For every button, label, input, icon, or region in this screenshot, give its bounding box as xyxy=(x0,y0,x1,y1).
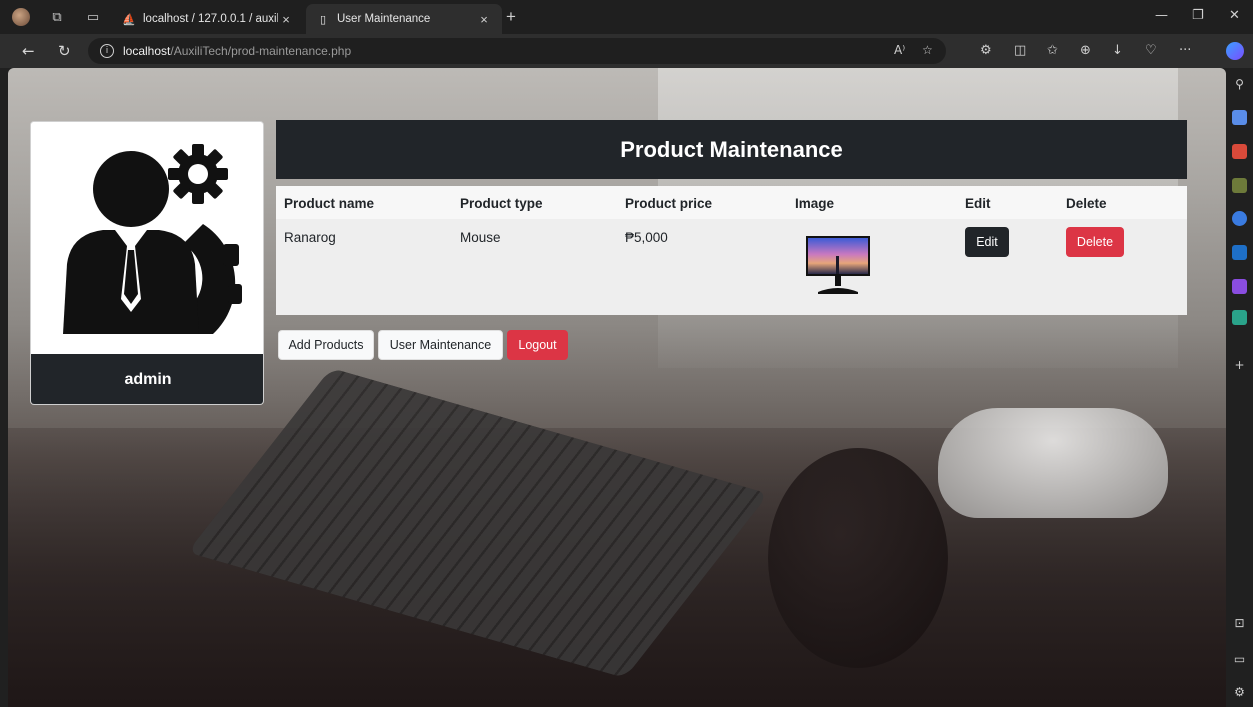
page-viewport: admin Product Maintenance Product name P… xyxy=(8,68,1226,707)
product-name-cell: Ranarog xyxy=(284,230,336,245)
header-product-name: Product name xyxy=(284,196,375,211)
admin-avatar xyxy=(31,122,263,354)
back-icon[interactable]: ← xyxy=(22,42,35,60)
downloads-icon[interactable]: ↓ xyxy=(1112,43,1123,58)
url-host: localhost xyxy=(123,44,171,58)
bing-icon[interactable] xyxy=(1232,211,1247,226)
collections-icon[interactable]: ⊕ xyxy=(1080,43,1091,58)
restore-icon[interactable]: ❐ xyxy=(1192,8,1204,23)
screenshot-icon[interactable]: ⊡ xyxy=(1232,615,1247,630)
tag-icon[interactable] xyxy=(1232,110,1247,125)
tab-phpmyadmin[interactable]: ⛵ localhost / 127.0.0.1 / auxilitech / × xyxy=(112,4,304,34)
header-product-type: Product type xyxy=(460,196,543,211)
header-delete: Delete xyxy=(1066,196,1107,211)
edge-sidebar: ⚲ + ⊡ ▭ ⚙ xyxy=(1226,68,1253,707)
refresh-icon[interactable]: ↻ xyxy=(58,42,71,60)
tab-actions-icon[interactable]: ▭ xyxy=(84,8,102,26)
add-sidebar-app-icon[interactable]: + xyxy=(1232,357,1247,372)
close-tab-icon[interactable]: × xyxy=(476,12,492,27)
profile-avatar-icon[interactable] xyxy=(12,8,30,26)
site-info-icon[interactable]: i xyxy=(100,44,114,58)
more-menu-icon[interactable]: ··· xyxy=(1179,43,1191,58)
tab-title: localhost / 127.0.0.1 / auxilitech / xyxy=(143,13,278,25)
favorite-star-icon[interactable]: ☆ xyxy=(922,43,933,57)
header-product-price: Product price xyxy=(625,196,713,211)
header-image: Image xyxy=(795,196,835,211)
admin-user-gear-icon xyxy=(63,144,242,334)
outlook-icon[interactable] xyxy=(1232,245,1247,260)
product-price-cell: ₱5,000 xyxy=(625,230,668,245)
add-products-button[interactable]: Add Products xyxy=(278,330,374,360)
drop-icon[interactable] xyxy=(1232,310,1247,325)
settings-gear-icon[interactable]: ⚙ xyxy=(1232,684,1247,699)
product-image-monitor xyxy=(806,236,870,294)
page-title: Product Maintenance xyxy=(276,120,1187,179)
split-screen-icon[interactable]: ◫ xyxy=(1014,43,1026,58)
sidebar-toggle-icon[interactable]: ▭ xyxy=(1232,651,1247,666)
edit-button[interactable]: Edit xyxy=(965,227,1009,257)
tab-user-maintenance[interactable]: ▯ User Maintenance × xyxy=(306,4,502,34)
profile-card: admin xyxy=(30,121,264,405)
table-header-row xyxy=(276,186,1187,219)
phpmyadmin-icon: ⛵ xyxy=(122,13,136,26)
new-tab-button[interactable]: + xyxy=(506,7,516,27)
header-edit: Edit xyxy=(965,196,991,211)
background-mouse xyxy=(768,448,948,668)
tools-icon[interactable] xyxy=(1232,144,1247,159)
background-controller xyxy=(938,408,1168,518)
product-table: Product name Product type Product price … xyxy=(276,186,1187,315)
delete-button[interactable]: Delete xyxy=(1066,227,1124,257)
profile-username: admin xyxy=(31,354,263,404)
favorites-icon[interactable]: ✩ xyxy=(1047,43,1058,58)
search-icon[interactable]: ⚲ xyxy=(1232,76,1247,91)
tab-title: User Maintenance xyxy=(337,13,431,25)
minimize-icon[interactable]: — xyxy=(1155,8,1168,23)
close-window-icon[interactable]: ✕ xyxy=(1229,8,1240,23)
address-bar[interactable]: i localhost /AuxiliTech/prod-maintenance… xyxy=(88,38,946,64)
heart-icon[interactable]: ♡ xyxy=(1145,43,1157,58)
designer-icon[interactable] xyxy=(1232,279,1247,294)
games-icon[interactable] xyxy=(1232,178,1247,193)
extensions-icon[interactable]: ⚙ xyxy=(980,43,992,58)
copilot-icon[interactable] xyxy=(1226,42,1244,60)
workspaces-icon[interactable]: ⧉ xyxy=(48,8,66,26)
browser-tab-bar: ⧉ ▭ ⛵ localhost / 127.0.0.1 / auxilitech… xyxy=(0,0,1253,34)
browser-toolbar: ← ↻ i localhost /AuxiliTech/prod-mainten… xyxy=(0,34,1253,68)
url-path: /AuxiliTech/prod-maintenance.php xyxy=(170,44,352,58)
product-type-cell: Mouse xyxy=(460,230,501,245)
read-aloud-icon[interactable]: A⁾ xyxy=(894,43,905,57)
page-icon: ▯ xyxy=(319,13,327,26)
close-tab-icon[interactable]: × xyxy=(278,12,294,27)
logout-button[interactable]: Logout xyxy=(507,330,568,360)
user-maintenance-button[interactable]: User Maintenance xyxy=(378,330,503,360)
